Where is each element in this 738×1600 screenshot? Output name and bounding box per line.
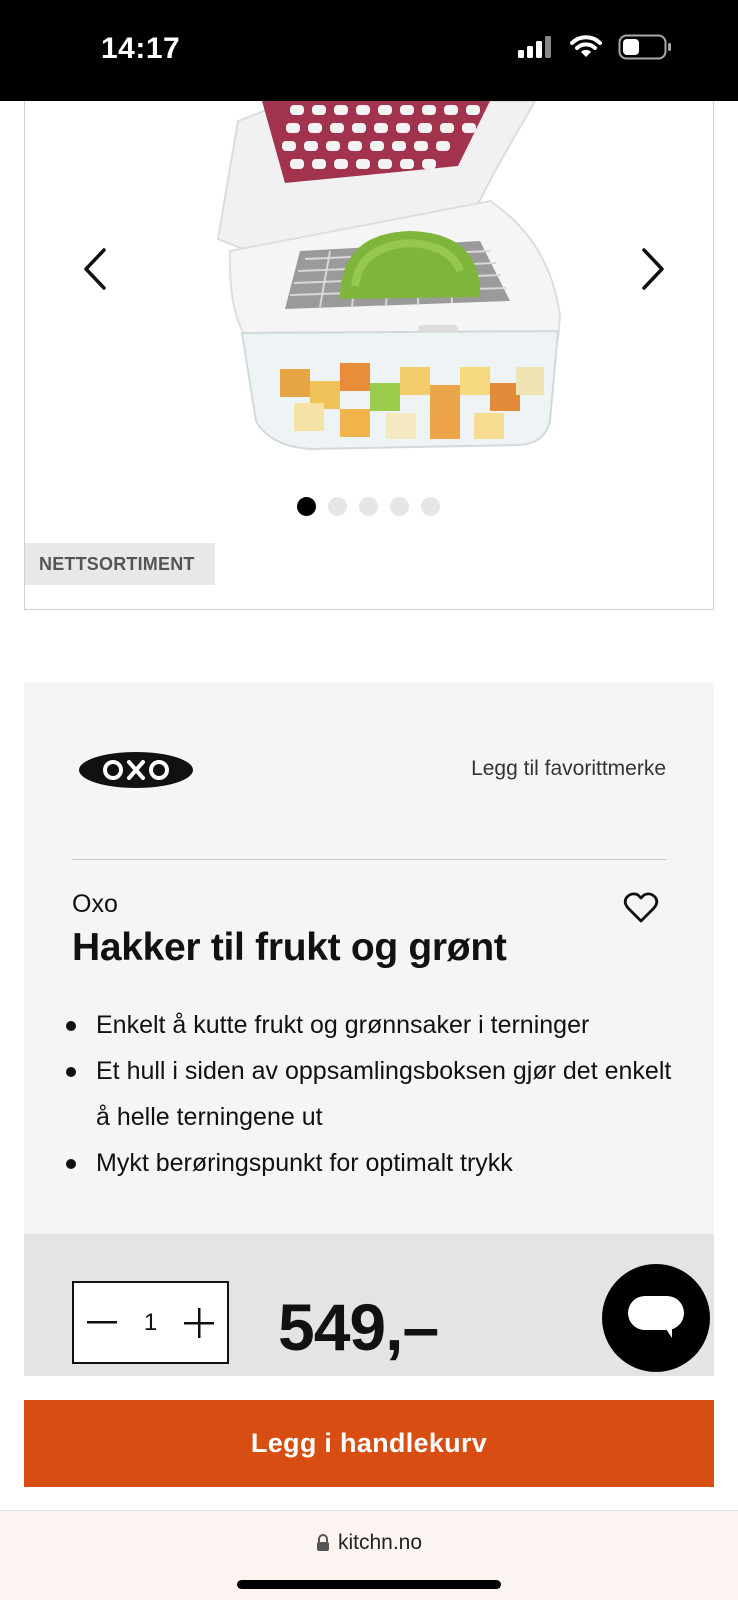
chevron-right-icon	[642, 248, 664, 290]
carousel-dot[interactable]	[328, 497, 347, 516]
feature-item: Et hull i siden av oppsamlingsboksen gjø…	[66, 1048, 682, 1140]
status-time: 14:17	[101, 32, 181, 65]
wifi-icon	[570, 35, 602, 64]
carousel-dots	[297, 497, 440, 516]
online-only-badge: NETTSORTIMENT	[25, 543, 215, 585]
carousel-dot[interactable]	[359, 497, 378, 516]
carousel-dot[interactable]	[390, 497, 409, 516]
brand-logo[interactable]	[78, 751, 194, 789]
carousel-dot[interactable]	[297, 497, 316, 516]
chat-bubble-icon	[628, 1296, 684, 1338]
favorite-product-button[interactable]	[623, 892, 665, 932]
status-icons	[518, 34, 672, 65]
browser-bottom-bar: kitchn.no	[0, 1510, 738, 1600]
product-brand-name[interactable]: Oxo	[72, 890, 118, 919]
minus-icon	[87, 1320, 117, 1323]
feature-item: Mykt berøringspunkt for optimalt trykk	[66, 1140, 682, 1186]
url-bar[interactable]: kitchn.no	[0, 1531, 738, 1555]
product-image[interactable]	[190, 100, 590, 471]
add-to-cart-button[interactable]: Legg i handlekurv	[24, 1400, 714, 1487]
quantity-value[interactable]: 1	[144, 1309, 157, 1337]
product-title: Hakker til frukt og grønt	[72, 926, 507, 969]
chevron-left-icon	[84, 248, 106, 290]
add-favorite-brand-link[interactable]: Legg til favorittmerke	[471, 757, 666, 781]
carousel-next-button[interactable]	[633, 239, 673, 299]
carousel-dot[interactable]	[421, 497, 440, 516]
plus-icon	[183, 1307, 214, 1338]
signal-icon	[518, 36, 554, 63]
url-text: kitchn.no	[337, 1531, 423, 1554]
product-info-panel: Legg til favorittmerke Oxo Hakker til fr…	[24, 682, 714, 1234]
feature-list: Enkelt å kutte frukt og grønnsaker i ter…	[66, 1002, 682, 1186]
product-price: 549,–	[278, 1290, 439, 1364]
divider	[72, 859, 666, 860]
chat-button[interactable]	[602, 1264, 710, 1372]
carousel-prev-button[interactable]	[75, 239, 115, 299]
heart-icon	[623, 892, 659, 923]
home-indicator[interactable]	[237, 1580, 501, 1589]
lock-icon	[316, 1534, 329, 1551]
status-bar: 14:17	[0, 0, 738, 101]
decrease-quantity-button[interactable]	[84, 1305, 120, 1341]
product-gallery: NETTSORTIMENT	[24, 100, 714, 610]
battery-icon	[618, 34, 672, 65]
quantity-stepper: 1	[72, 1281, 229, 1364]
feature-item: Enkelt å kutte frukt og grønnsaker i ter…	[66, 1002, 682, 1048]
increase-quantity-button[interactable]	[181, 1305, 217, 1341]
